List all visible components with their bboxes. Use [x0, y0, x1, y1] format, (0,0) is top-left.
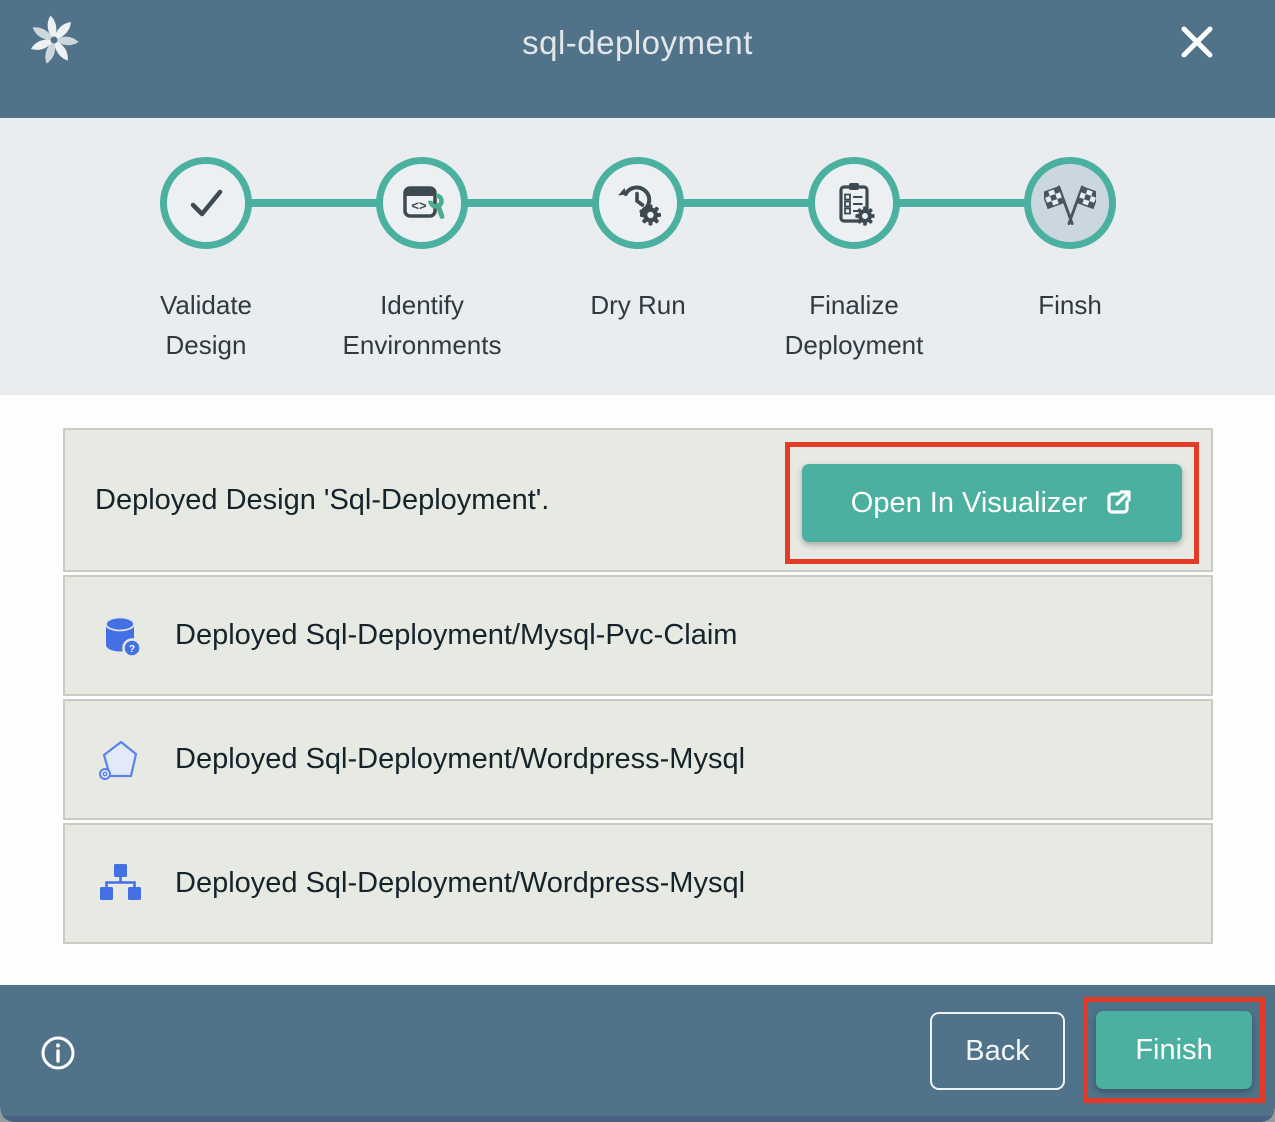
deployed-resource-text: Deployed Sql-Deployment/Wordpress-Mysql: [175, 743, 745, 776]
deployed-resource-row: Deployed Sql-Deployment/Wordpress-Mysql: [63, 699, 1213, 820]
open-in-visualizer-button[interactable]: Open In Visualizer: [802, 464, 1182, 542]
step-finalize-deployment[interactable]: Finalize Deployment: [746, 157, 962, 365]
deployment-dialog: sql-deployment Validate Design: [0, 0, 1275, 1122]
step-finish[interactable]: Finsh: [962, 157, 1178, 365]
svg-text:<>: <>: [411, 198, 427, 213]
step-circle: <>: [376, 157, 468, 249]
service-pentagon-icon: [97, 737, 143, 783]
back-button[interactable]: Back: [930, 1012, 1065, 1090]
steps-row: Validate Design <> Identify Environments: [98, 157, 1178, 365]
gear-icon: [855, 206, 874, 225]
dry-run-sync-gear-icon: [614, 179, 662, 227]
step-label: Identify Environments: [334, 285, 510, 365]
dialog-header: sql-deployment: [0, 0, 1275, 118]
step-dry-run[interactable]: Dry Run: [530, 157, 746, 365]
results-area: Deployed Design 'Sql-Deployment'. Open I…: [0, 395, 1275, 985]
deployment-tree-icon: [97, 861, 143, 907]
step-label: Finalize Deployment: [766, 285, 942, 365]
step-circle: [1024, 157, 1116, 249]
step-identify-environments[interactable]: <> Identify Environments: [314, 157, 530, 365]
deployment-results-card: Deployed Design 'Sql-Deployment'. Open I…: [63, 428, 1213, 947]
visualizer-highlight-box: Open In Visualizer: [785, 442, 1199, 564]
deployed-resource-text: Deployed Sql-Deployment/Mysql-Pvc-Claim: [175, 619, 737, 652]
svg-text:?: ?: [129, 644, 135, 655]
close-icon[interactable]: [1177, 22, 1217, 62]
pvc-database-icon: ?: [97, 613, 143, 659]
step-validate-design[interactable]: Validate Design: [98, 157, 314, 365]
gear-icon: [640, 205, 661, 226]
step-label: Validate Design: [118, 285, 294, 365]
finish-button[interactable]: Finish: [1096, 1011, 1252, 1089]
deployed-resource-row: Deployed Sql-Deployment/Wordpress-Mysql: [63, 823, 1213, 944]
design-summary-text: Deployed Design 'Sql-Deployment'.: [95, 484, 549, 517]
step-circle: [160, 157, 252, 249]
clipboard-gear-icon: [830, 179, 878, 227]
info-icon[interactable]: [40, 1035, 76, 1071]
external-link-icon: [1103, 488, 1133, 518]
code-environment-icon: <>: [398, 179, 446, 227]
step-label: Dry Run: [550, 285, 726, 325]
finish-highlight-box: Finish: [1083, 997, 1265, 1103]
dialog-title: sql-deployment: [0, 24, 1275, 62]
checkered-flags-icon: [1044, 177, 1096, 229]
step-circle: [592, 157, 684, 249]
deployment-stepper: Validate Design <> Identify Environments: [0, 118, 1275, 395]
design-summary-row: Deployed Design 'Sql-Deployment'. Open I…: [63, 428, 1213, 572]
check-icon: [182, 179, 230, 227]
deployed-resource-text: Deployed Sql-Deployment/Wordpress-Mysql: [175, 867, 745, 900]
deployed-resource-row: ? Deployed Sql-Deployment/Mysql-Pvc-Clai…: [63, 575, 1213, 696]
open-in-visualizer-label: Open In Visualizer: [851, 487, 1087, 520]
dialog-footer: Back Finish: [0, 985, 1275, 1122]
step-circle: [808, 157, 900, 249]
step-label: Finsh: [982, 285, 1158, 325]
